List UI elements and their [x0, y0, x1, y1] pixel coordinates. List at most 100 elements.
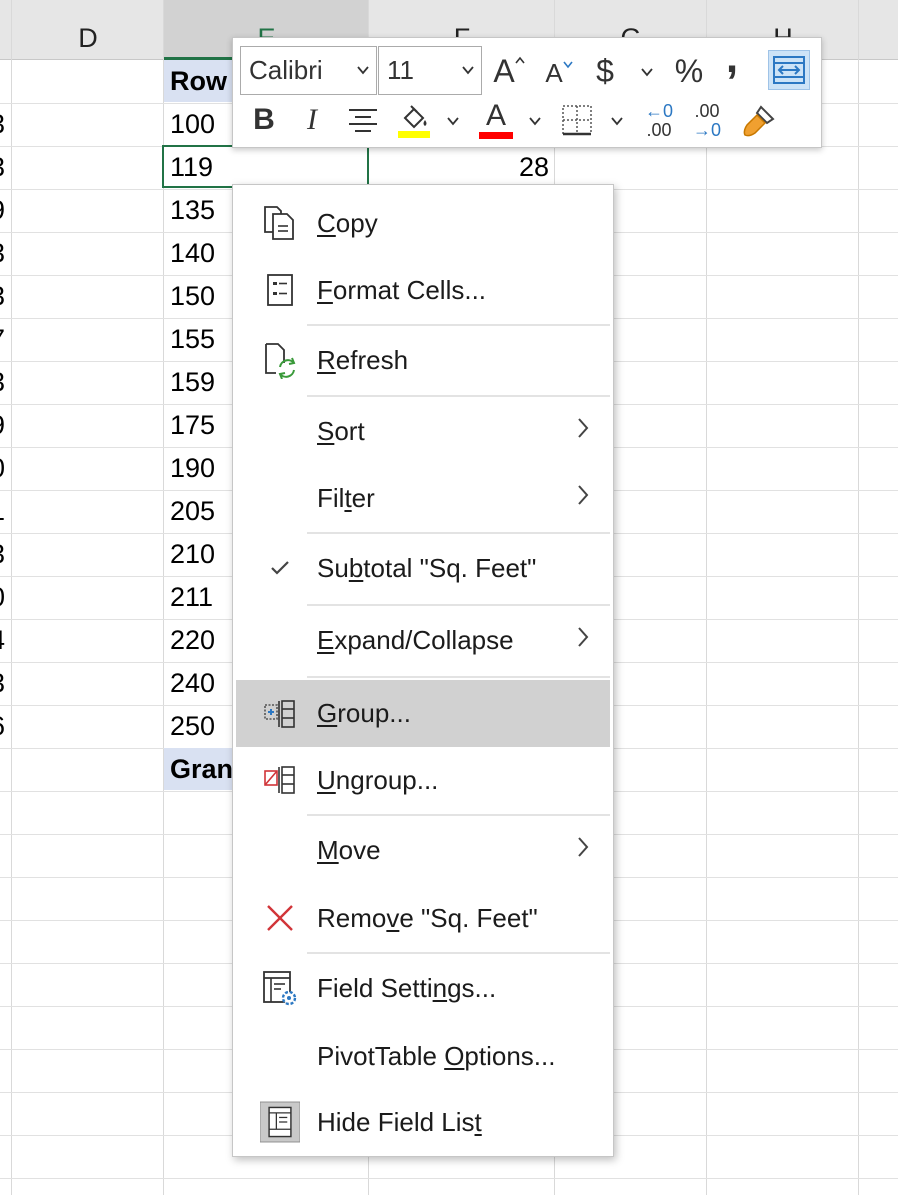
borders-dropdown[interactable]: [605, 104, 629, 138]
increase-font-size-button[interactable]: A: [489, 48, 529, 94]
merge-cells-icon: [773, 56, 805, 84]
increase-decimal-button[interactable]: ←0 .00: [637, 98, 681, 144]
pivot-row-label[interactable]: 240: [170, 662, 215, 705]
pivot-row-label[interactable]: 190: [170, 447, 215, 490]
cell-d-value[interactable]: 0: [0, 576, 14, 619]
pivot-row-label[interactable]: 159: [170, 361, 215, 404]
font-size-combo[interactable]: 11: [378, 46, 482, 95]
cell-d-value[interactable]: 3: [0, 103, 14, 146]
chevron-down-icon: [529, 117, 541, 126]
menu-item-label: Ungroup...: [317, 747, 438, 813]
access-key: R: [317, 345, 336, 375]
menu-item-sort[interactable]: Sort: [236, 397, 610, 465]
font-color-dropdown[interactable]: [523, 104, 547, 138]
font-color-button[interactable]: A: [475, 96, 517, 142]
menu-item-pivottable-options[interactable]: PivotTable Options...: [236, 1023, 610, 1089]
fill-color-button[interactable]: [393, 98, 435, 142]
pivot-row-label[interactable]: 175: [170, 404, 215, 447]
cell-d-value[interactable]: 3: [0, 533, 14, 576]
menu-item-label: Filter: [317, 465, 375, 531]
menu-separator: [307, 676, 610, 678]
menu-item-subtotal[interactable]: Subtotal "Sq. Feet": [236, 533, 610, 603]
pivot-row-labels-header[interactable]: Row: [170, 60, 227, 103]
menu-item-move[interactable]: Move: [236, 815, 610, 885]
menu-separator: [307, 604, 610, 606]
menu-item-remove[interactable]: Remove "Sq. Feet": [236, 885, 610, 951]
italic-button[interactable]: I: [295, 98, 329, 142]
bold-icon: B: [253, 103, 275, 136]
cell-d-value[interactable]: 9: [0, 404, 14, 447]
cell-d-value[interactable]: 3: [0, 232, 14, 275]
mini-toolbar: Calibri 11 A A $ % , B I A ←0 .00 .00 →0: [232, 33, 822, 148]
borders-icon: [562, 105, 592, 136]
pivot-row-label[interactable]: 100: [170, 103, 215, 146]
menu-item-hide-field-list[interactable]: Hide Field List: [236, 1089, 610, 1155]
decrease-font-size-button[interactable]: A: [539, 52, 579, 94]
chevron-down-icon: [611, 117, 623, 126]
access-key: v: [386, 903, 400, 933]
cell-d-value[interactable]: 7: [0, 318, 14, 361]
pivot-row-label[interactable]: 211: [170, 576, 213, 619]
menu-item-label: Sort: [317, 397, 365, 465]
align-center-button[interactable]: [343, 100, 383, 140]
access-key: U: [317, 765, 336, 795]
menu-separator: [307, 532, 610, 534]
pivot-row-label[interactable]: 150: [170, 275, 215, 318]
active-cell-value[interactable]: 28: [369, 146, 549, 189]
cell-d-value[interactable]: 3: [0, 146, 14, 189]
cell-d-value[interactable]: 4: [0, 619, 14, 662]
decrease-decimal-bottom: →0: [692, 120, 721, 140]
cell-d-value[interactable]: 1: [0, 490, 14, 533]
bold-button[interactable]: B: [247, 98, 281, 142]
format-painter-button[interactable]: [739, 100, 779, 142]
borders-button[interactable]: [559, 100, 595, 140]
decrease-decimal-top: .00: [694, 101, 720, 121]
menu-item-label: Subtotal "Sq. Feet": [317, 533, 536, 603]
align-center-icon: [349, 109, 377, 132]
merge-center-button[interactable]: [768, 50, 810, 90]
column-header-d[interactable]: D: [12, 0, 164, 60]
menu-item-expand-collapse[interactable]: Expand/Collapse: [236, 605, 610, 675]
pivot-row-label[interactable]: 205: [170, 490, 215, 533]
decrease-decimal-button[interactable]: .00 →0: [685, 98, 729, 144]
currency-dropdown-button[interactable]: [635, 54, 659, 90]
percent-style-button[interactable]: %: [669, 48, 709, 94]
cell-d-value[interactable]: 6: [0, 705, 14, 748]
pivot-row-label[interactable]: 210: [170, 533, 215, 576]
pivot-row-label[interactable]: 155: [170, 318, 215, 361]
menu-item-label: Hide Field List: [317, 1089, 482, 1155]
menu-item-filter[interactable]: Filter: [236, 465, 610, 531]
menu-item-copy[interactable]: Copy: [236, 189, 610, 257]
pivot-row-label[interactable]: 140: [170, 232, 215, 275]
pivot-grand-total-label[interactable]: Gran: [170, 748, 233, 791]
chevron-right-icon: [576, 397, 590, 465]
comma-style-button[interactable]: ,: [717, 33, 747, 94]
ungroup-icon: [260, 747, 300, 813]
cell-d-value[interactable]: 0: [0, 447, 14, 490]
menu-item-format-cells[interactable]: Format Cells...: [236, 257, 610, 323]
cell-d-value[interactable]: 3: [0, 662, 14, 705]
menu-item-group[interactable]: Group...: [236, 680, 610, 747]
pivot-row-label[interactable]: 135: [170, 189, 215, 232]
cell-d-value[interactable]: 3: [0, 361, 14, 404]
currency-format-button[interactable]: $: [589, 48, 621, 94]
font-name-combo[interactable]: Calibri: [240, 46, 377, 95]
pivot-row-label[interactable]: 250: [170, 705, 215, 748]
cell-d-value[interactable]: 3: [0, 275, 14, 318]
menu-item-refresh[interactable]: Refresh: [236, 325, 610, 395]
label-text: Hide Field Lis: [317, 1107, 475, 1137]
menu-item-ungroup[interactable]: Ungroup...: [236, 747, 610, 813]
increase-font-icon: A: [493, 52, 515, 89]
fill-color-dropdown[interactable]: [441, 104, 465, 138]
font-size-value: 11: [387, 55, 414, 85]
pivot-row-label[interactable]: 220: [170, 619, 215, 662]
active-cell-border[interactable]: [162, 145, 369, 188]
label-text: opy: [335, 208, 378, 238]
percent-icon: %: [674, 52, 704, 89]
comma-icon: ,: [725, 33, 739, 82]
cell-d-value[interactable]: 9: [0, 189, 14, 232]
column-header-i[interactable]: [859, 0, 898, 60]
menu-item-label: Refresh: [317, 325, 408, 395]
menu-item-field-settings[interactable]: Field Settings...: [236, 953, 610, 1023]
menu-item-label: Remove "Sq. Feet": [317, 885, 538, 951]
